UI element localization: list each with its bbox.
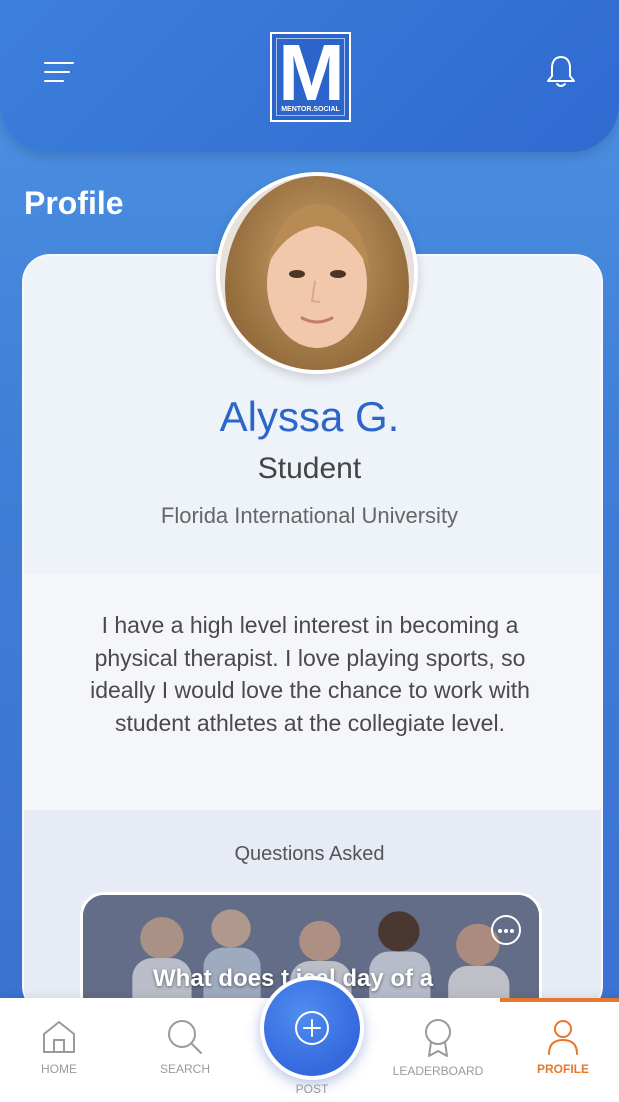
nav-home-label: HOME [41,1062,77,1076]
hamburger-menu-icon[interactable] [44,58,78,86]
bell-icon[interactable] [544,54,578,90]
avatar[interactable] [216,172,418,374]
post-button[interactable] [260,976,364,1080]
home-icon [43,1021,75,1053]
plus-circle-icon [295,1011,329,1045]
nav-profile[interactable]: PROFILE [508,1018,618,1076]
user-icon [548,1020,578,1055]
logo-caption: MENTOR.SOCIAL [281,106,340,113]
nav-profile-label: PROFILE [536,1062,589,1076]
nav-post-label: POST [295,1082,329,1096]
app-header: M MENTOR.SOCIAL [0,0,619,152]
avatar-photo [220,176,414,370]
page-title: Profile [24,185,124,221]
nav-search[interactable]: SEARCH [130,1018,240,1076]
profile-name: Alyssa G. [219,393,400,440]
nav-home[interactable]: HOME [4,1018,114,1076]
profile-school: Florida International University [160,503,459,528]
nav-leaderboard-label: LEADERBOARD [392,1064,484,1078]
logo-letter: M [278,28,345,117]
award-icon [425,1019,451,1057]
app-logo: M MENTOR.SOCIAL [270,32,351,122]
more-options-icon[interactable] [491,915,521,945]
profile-bio: I have a high level interest in becoming… [90,612,530,736]
active-tab-indicator [500,998,619,1002]
search-icon [168,1020,202,1054]
nav-leaderboard[interactable]: LEADERBOARD [383,1018,493,1078]
nav-search-label: SEARCH [159,1062,210,1076]
questions-heading: Questions Asked [234,843,385,865]
profile-role: Student [257,452,362,485]
